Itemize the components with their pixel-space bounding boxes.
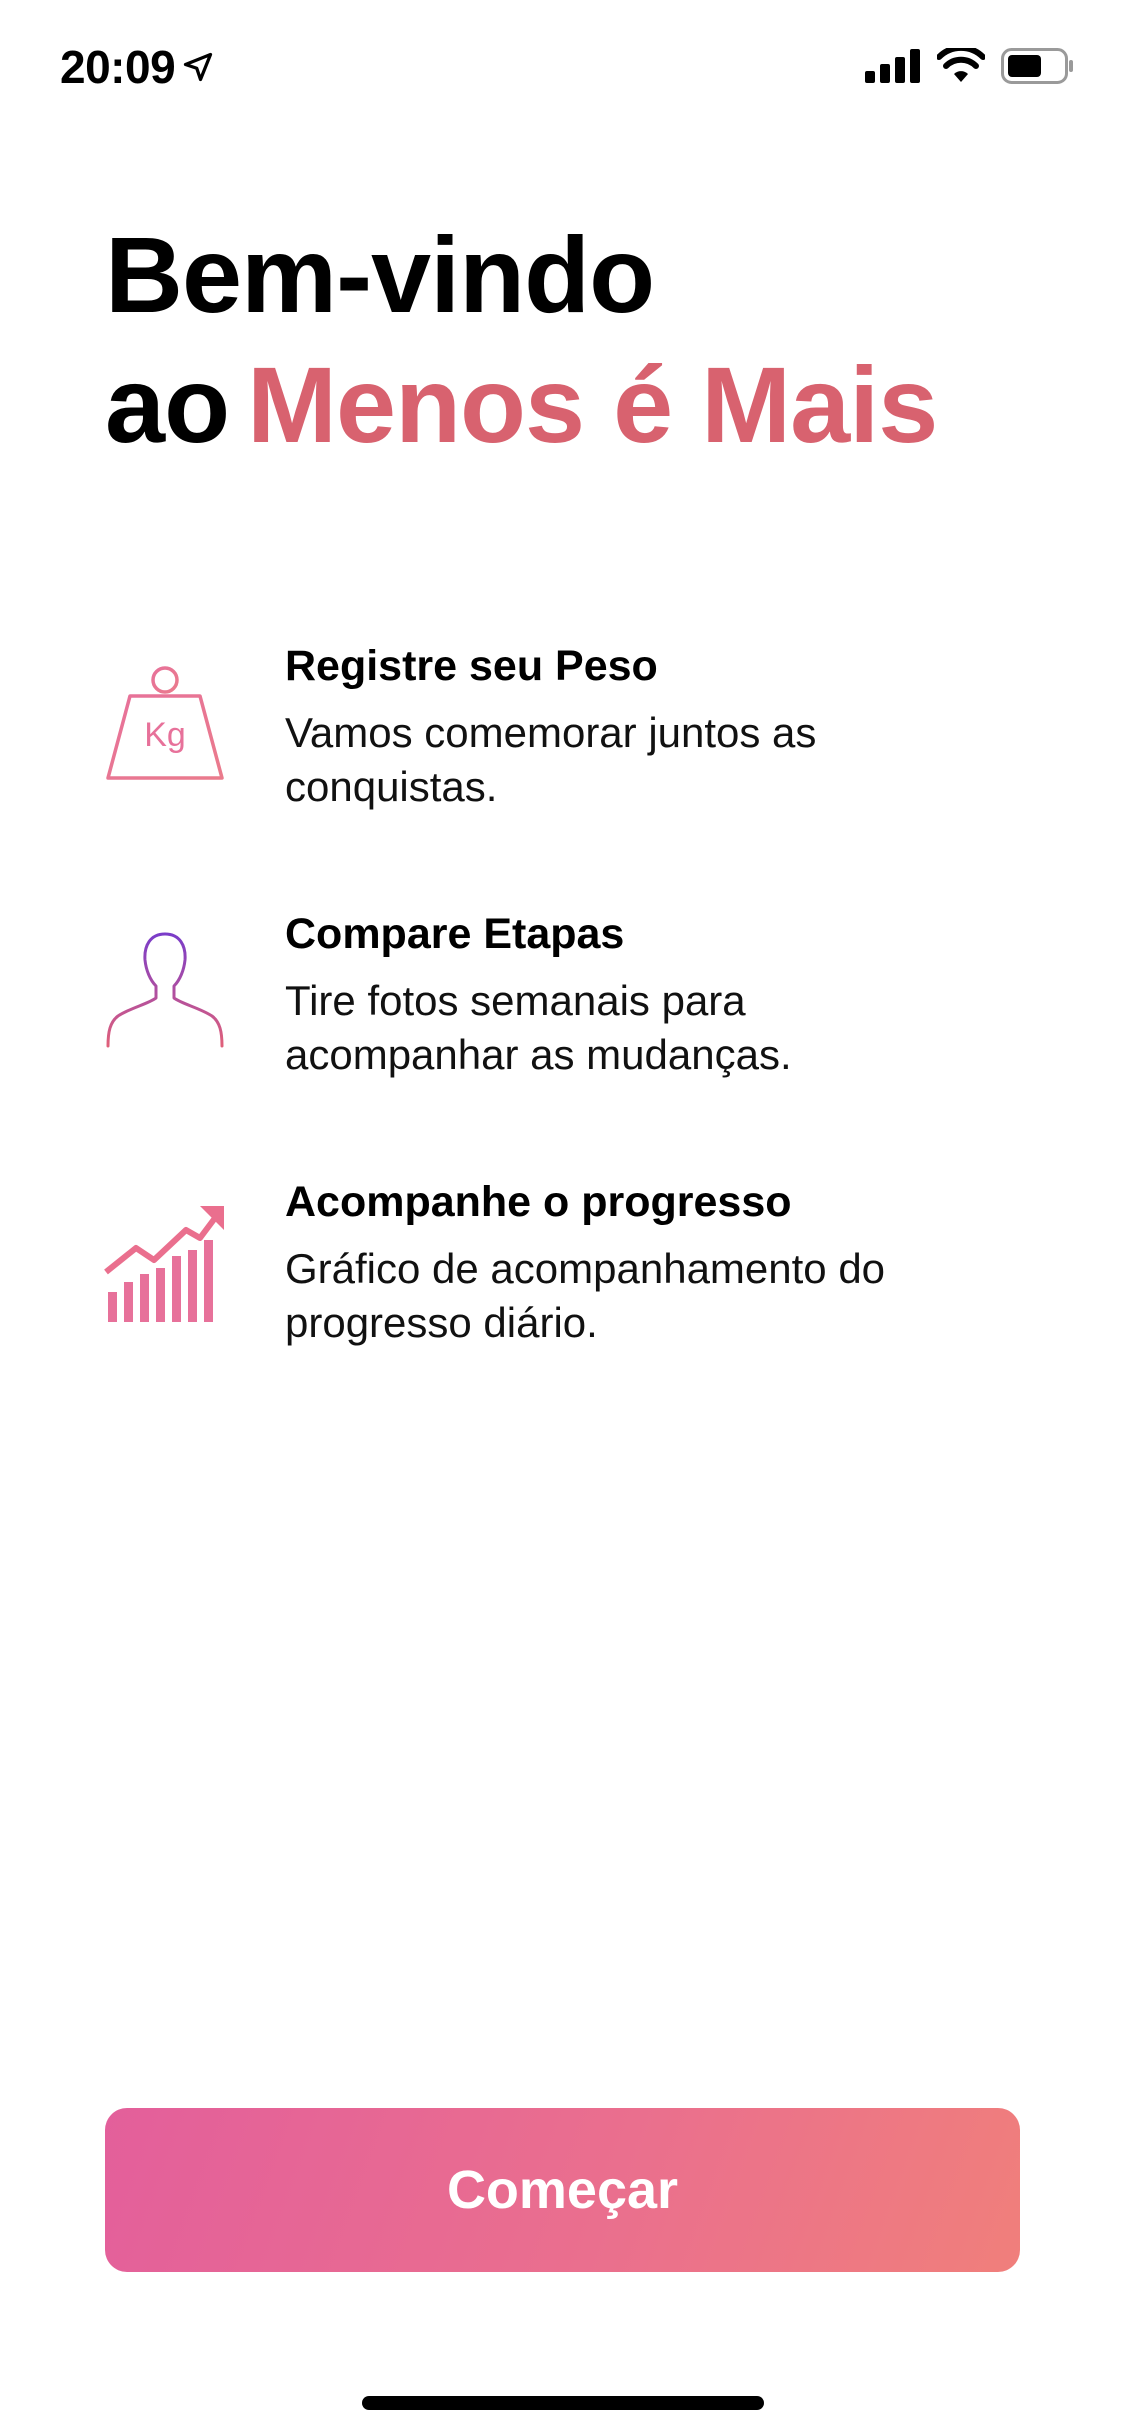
status-time: 20:09 [60, 40, 213, 94]
title-line-2: ao Menos é Mais [105, 340, 938, 470]
status-bar: 20:09 [0, 0, 1125, 132]
feature-description-line: acompanhar as mudanças. [285, 1031, 792, 1078]
start-button[interactable]: Começar [105, 2108, 1020, 2272]
battery-icon [1001, 48, 1073, 84]
feature-description: Gráfico de acompanhamento do progresso d… [285, 1242, 1045, 1350]
weight-kg-icon: Kg [106, 666, 224, 780]
cellular-signal-icon [865, 49, 920, 83]
location-arrow-icon [184, 52, 213, 82]
welcome-title: Bem-vindo ao Menos é Mais [105, 210, 938, 470]
feature-text: Registre seu Peso Vamos comemorar juntos… [285, 630, 1045, 814]
feature-item-compare: Compare Etapas Tire fotos semanais para … [0, 898, 1125, 1098]
feature-description-line: Vamos comemorar juntos as [285, 709, 817, 756]
app-name: Menos é Mais [247, 344, 938, 465]
feature-description: Vamos comemorar juntos as conquistas. [285, 706, 1045, 814]
feature-heading: Compare Etapas [285, 910, 625, 958]
feature-description-line: progresso diário. [285, 1299, 598, 1346]
svg-text:Kg: Kg [144, 716, 186, 754]
feature-description-line: conquistas. [285, 763, 498, 810]
feature-heading: Registre seu Peso [285, 642, 658, 690]
wifi-icon [937, 48, 985, 82]
feature-description: Tire fotos semanais para acompanhar as m… [285, 974, 1045, 1082]
feature-description-line: Gráfico de acompanhamento do [285, 1245, 886, 1292]
feature-item-progress: Acompanhe o progresso Gráfico de acompan… [0, 1166, 1125, 1366]
feature-item-weight: Kg Registre seu Peso Vamos comemorar jun… [0, 630, 1125, 830]
title-prefix: ao [105, 344, 230, 465]
person-silhouette-icon [106, 932, 224, 1048]
home-indicator[interactable] [362, 2396, 764, 2410]
status-icons [865, 48, 1075, 84]
progress-chart-icon [104, 1206, 224, 1322]
feature-heading: Acompanhe o progresso [285, 1178, 792, 1226]
status-time-text: 20:09 [60, 41, 176, 93]
feature-description-line: Tire fotos semanais para [285, 977, 746, 1024]
feature-text: Compare Etapas Tire fotos semanais para … [285, 898, 1045, 1082]
title-line-1: Bem-vindo [105, 214, 655, 335]
feature-text: Acompanhe o progresso Gráfico de acompan… [285, 1166, 1045, 1350]
